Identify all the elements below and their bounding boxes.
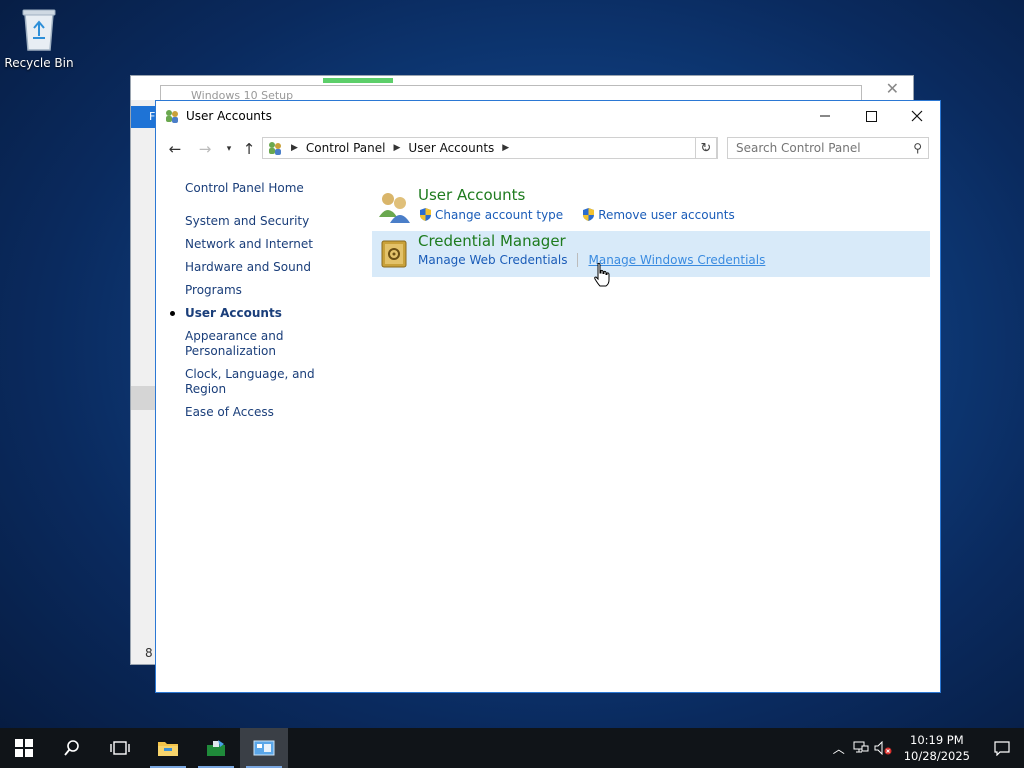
user-accounts-icon [166, 110, 178, 123]
recycle-bin-label: Recycle Bin [4, 56, 74, 70]
taskbar: ︿ 10:19 PM 10/28/2025 [0, 728, 1024, 768]
nav-control-panel-home[interactable]: Control Panel Home [185, 181, 355, 196]
uac-shield-icon [420, 208, 431, 221]
user-accounts-icon [379, 193, 410, 223]
search-box[interactable]: ⚲ [727, 137, 929, 159]
nav-network-and-internet[interactable]: Network and Internet [185, 237, 355, 252]
credential-manager-title[interactable]: Credential Manager [418, 232, 566, 250]
maximize-icon [865, 110, 877, 122]
chevron-up-icon: ︿ [832, 741, 845, 756]
credential-manager-group: Credential Manager Manage Web Credential… [372, 231, 930, 277]
recycle-bin[interactable]: Recycle Bin [4, 6, 74, 70]
nav-clock-language-region[interactable]: Clock, Language, and Region [185, 367, 355, 397]
remove-user-accounts-label: Remove user accounts [598, 207, 735, 222]
background-strip [131, 386, 157, 410]
nav-appearance-and-personalization[interactable]: Appearance and Personalization [185, 329, 295, 359]
recycle-bin-icon [19, 6, 59, 52]
breadcrumb-separator-icon[interactable]: ▶ [394, 143, 401, 153]
windows-logo-icon [15, 739, 33, 757]
control-panel-icon [253, 740, 275, 756]
start-button[interactable] [0, 728, 48, 768]
task-view-icon [110, 741, 130, 755]
user-accounts-group: User Accounts Change account type Remove… [372, 185, 930, 231]
show-hidden-icons-button[interactable]: ︿ [828, 728, 850, 768]
progress-bar [323, 78, 393, 83]
user-accounts-title[interactable]: User Accounts [418, 186, 525, 204]
hand-pointer-cursor-icon [594, 262, 610, 287]
control-panel-taskbar-button[interactable] [240, 728, 288, 768]
back-arrow-icon: ← [168, 140, 182, 158]
refresh-icon: ↻ [700, 140, 712, 156]
breadcrumb-user-accounts[interactable]: User Accounts [408, 141, 494, 155]
manage-web-credentials-link[interactable]: Manage Web Credentials [418, 253, 567, 267]
close-icon[interactable]: ✕ [886, 79, 899, 98]
system-tray: ︿ 10:19 PM 10/28/2025 [828, 728, 1024, 768]
window-titlebar: User Accounts [156, 101, 940, 131]
user-accounts-links: Change account type Remove user accounts [418, 207, 735, 222]
manage-windows-credentials-link[interactable]: Manage Windows Credentials [588, 253, 765, 267]
uac-shield-icon [583, 208, 595, 221]
clock-date: 10/28/2025 [903, 749, 970, 763]
address-bar[interactable]: ▶ Control Panel ▶ User Accounts ▶ ⌄ [262, 137, 718, 159]
close-button[interactable] [894, 101, 940, 131]
search-input[interactable] [736, 141, 906, 155]
network-button[interactable] [850, 728, 872, 768]
back-button[interactable]: ← [164, 138, 186, 160]
nav-ease-of-access[interactable]: Ease of Access [185, 405, 355, 420]
user-accounts-icon [269, 142, 281, 155]
current-bullet-icon [170, 311, 175, 316]
up-arrow-icon: ↑ [242, 140, 256, 158]
breadcrumb-separator-icon[interactable]: ▶ [502, 143, 509, 153]
notification-icon [994, 741, 1010, 756]
close-icon [911, 110, 923, 122]
action-center-button[interactable] [980, 728, 1024, 768]
minimize-button[interactable] [802, 101, 848, 131]
search-button[interactable] [48, 728, 96, 768]
volume-button[interactable] [872, 728, 894, 768]
chevron-down-icon: ▾ [226, 144, 232, 154]
breadcrumb-control-panel[interactable]: Control Panel [306, 141, 386, 155]
change-account-type-label: Change account type [435, 207, 564, 222]
user-accounts-window[interactable]: User Accounts ← → ▾ ↑ ▶ Control Panel ▶ … [155, 100, 941, 693]
background-tab: F [131, 106, 157, 128]
setup-taskbar-button[interactable] [192, 728, 240, 768]
up-button[interactable]: ↑ [238, 138, 260, 160]
navigation-bar: ← → ▾ ↑ ▶ Control Panel ▶ User Accounts … [156, 135, 940, 161]
minimize-icon [820, 115, 830, 117]
nav-system-and-security[interactable]: System and Security [185, 214, 355, 229]
breadcrumb-separator-icon[interactable]: ▶ [291, 143, 298, 153]
folder-icon [158, 742, 178, 756]
maximize-button[interactable] [848, 101, 894, 131]
volume-muted-icon [874, 741, 892, 755]
window-title: User Accounts [186, 109, 272, 123]
credential-vault-icon [381, 240, 407, 268]
network-icon [853, 741, 869, 753]
nav-hardware-and-sound[interactable]: Hardware and Sound [185, 260, 355, 275]
task-view-button[interactable] [96, 728, 144, 768]
forward-button[interactable]: → [194, 138, 216, 160]
windows-setup-icon [207, 740, 225, 756]
change-account-type-link[interactable]: Change account type [418, 207, 563, 222]
recent-locations-button[interactable]: ▾ [218, 138, 240, 160]
clock[interactable]: 10:19 PM 10/28/2025 [894, 732, 980, 764]
search-icon [64, 740, 79, 756]
file-explorer-taskbar-button[interactable] [144, 728, 192, 768]
link-divider [577, 253, 579, 267]
nav-user-accounts-current: User Accounts [170, 306, 355, 321]
forward-arrow-icon: → [198, 140, 212, 158]
search-icon[interactable]: ⚲ [913, 141, 922, 155]
clock-time: 10:19 PM [910, 733, 964, 747]
left-navigation: Control Panel Home System and Security N… [170, 181, 355, 428]
remove-user-accounts-link[interactable]: Remove user accounts [581, 207, 735, 222]
refresh-button[interactable]: ↻ [695, 137, 717, 159]
nav-programs[interactable]: Programs [185, 283, 355, 298]
nav-user-accounts-label: User Accounts [185, 306, 282, 320]
